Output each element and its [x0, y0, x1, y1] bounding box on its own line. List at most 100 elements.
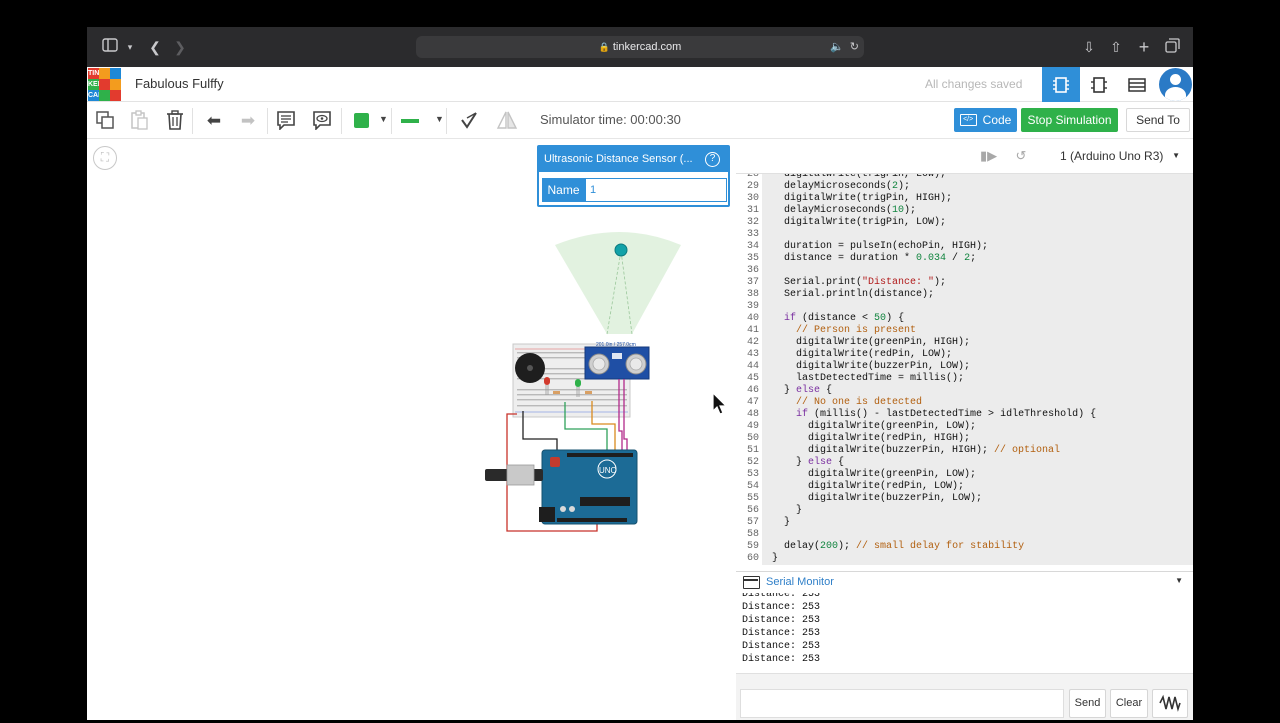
code-line[interactable]: 39 [736, 301, 1193, 313]
code-line[interactable]: 32 digitalWrite(trigPin, LOW); [736, 217, 1193, 229]
help-icon[interactable]: ? [705, 152, 720, 167]
code-line[interactable]: 53 digitalWrite(greenPin, LOW); [736, 469, 1193, 481]
code-button[interactable]: </> Code [954, 108, 1017, 132]
line-number: 33 [736, 229, 762, 241]
forward-icon[interactable]: ❯ [171, 38, 189, 56]
avatar[interactable] [1159, 68, 1192, 101]
code-line[interactable]: 28 digitalWrite(trigPin, LOW); [736, 174, 1193, 181]
ultrasonic-sensor[interactable] [584, 346, 650, 380]
arduino-uno-board[interactable]: UNO [485, 449, 638, 525]
clear-button[interactable]: Clear [1110, 689, 1148, 718]
chevron-down-icon[interactable]: ▼ [435, 114, 444, 124]
code-line[interactable]: 34 duration = pulseIn(echoPin, HIGH); [736, 241, 1193, 253]
code-line[interactable]: 37 Serial.print("Distance: "); [736, 277, 1193, 289]
serial-input[interactable] [740, 689, 1064, 718]
sidebar-icon[interactable] [101, 38, 119, 56]
code-line[interactable]: 47 // No one is detected [736, 397, 1193, 409]
code-line[interactable]: 48 if (millis() - lastDetectedTime > idl… [736, 409, 1193, 421]
save-status: All changes saved [925, 77, 1023, 91]
code-line[interactable]: 36 [736, 265, 1193, 277]
tab-overview-icon[interactable] [1163, 38, 1181, 56]
wire-type-swatch[interactable] [401, 119, 419, 123]
serial-monitor-title: Serial Monitor [766, 576, 834, 588]
code-button-label: Code [982, 113, 1012, 127]
send-to-button[interactable]: Send To [1126, 108, 1190, 132]
code-line[interactable]: 45 lastDetectedTime = millis(); [736, 373, 1193, 385]
name-field[interactable]: 1 [585, 178, 727, 202]
schematic-icon [1091, 76, 1107, 93]
schematic-view-button[interactable] [1080, 67, 1118, 102]
notes-visibility-icon[interactable] [311, 110, 333, 132]
sensor-target-object[interactable] [614, 243, 628, 257]
component-list-button[interactable] [1118, 67, 1156, 102]
code-line[interactable]: 51 digitalWrite(buzzerPin, HIGH); // opt… [736, 445, 1193, 457]
send-button[interactable]: Send [1069, 689, 1106, 718]
code-line[interactable]: 42 digitalWrite(greenPin, HIGH); [736, 337, 1193, 349]
resistor[interactable] [585, 391, 592, 394]
speaker-icon[interactable]: 🔈 [830, 36, 844, 58]
code-line[interactable]: 41 // Person is present [736, 325, 1193, 337]
chevron-down-icon[interactable]: ▾ [121, 38, 139, 56]
debug-icon[interactable]: ↺ [1013, 148, 1029, 164]
stop-simulation-button[interactable]: Stop Simulation [1021, 108, 1118, 132]
tinkercad-logo[interactable]: TIN KER CAD [88, 68, 121, 101]
undo-icon[interactable]: ⬅ [203, 110, 225, 132]
delete-icon[interactable] [164, 110, 186, 132]
code-line[interactable]: 40 if (distance < 50) { [736, 313, 1193, 325]
code-line[interactable]: 35 distance = duration * 0.034 / 2; [736, 253, 1193, 265]
code-line[interactable]: 33 [736, 229, 1193, 241]
serial-monitor-header[interactable]: Serial Monitor ▼ [736, 571, 1193, 593]
board-label: UNO [599, 466, 617, 475]
line-number: 36 [736, 265, 762, 277]
flip-icon[interactable] [496, 110, 518, 132]
resistor[interactable] [553, 391, 560, 394]
code-line[interactable]: 60} [736, 553, 1193, 565]
code-editor[interactable]: 28 digitalWrite(trigPin, LOW); 29 delayMi… [736, 173, 1193, 571]
chevron-down-icon[interactable]: ▼ [379, 114, 388, 124]
code-line[interactable]: 54 digitalWrite(redPin, LOW); [736, 481, 1193, 493]
code-line[interactable]: 30 digitalWrite(trigPin, HIGH); [736, 193, 1193, 205]
code-line[interactable]: 55 digitalWrite(buzzerPin, LOW); [736, 493, 1193, 505]
wire-color-swatch[interactable] [354, 113, 369, 128]
address-bar[interactable]: 🔒 tinkercad.com 🔈 ↻ [416, 36, 864, 58]
auto-align-icon[interactable] [458, 110, 480, 132]
code-icon: </> [959, 114, 977, 126]
circuit-canvas[interactable]: ⛶ 201.0in / 257.0cm UNO Ultrasonic Dista… [87, 139, 736, 720]
code-line[interactable]: 38 Serial.println(distance); [736, 289, 1193, 301]
circuit-drawing: 201.0in / 257.0cm UNO [485, 232, 681, 532]
share-icon[interactable]: ⇧ [1107, 38, 1125, 56]
line-number: 53 [736, 469, 762, 481]
notes-icon[interactable] [275, 110, 297, 132]
board-select[interactable]: 1 (Arduino Uno R3) ▼ [1048, 144, 1188, 168]
step-icon[interactable]: ▮▶ [980, 148, 997, 164]
chevron-down-icon[interactable]: ▼ [1175, 576, 1183, 585]
line-number: 59 [736, 541, 762, 553]
code-line[interactable]: 58 [736, 529, 1193, 541]
download-icon[interactable]: ⇩ [1080, 38, 1098, 56]
code-line[interactable]: 49 digitalWrite(greenPin, LOW); [736, 421, 1193, 433]
code-line[interactable]: 31 delayMicroseconds(10); [736, 205, 1193, 217]
line-number: 58 [736, 529, 762, 541]
code-line[interactable]: 50 digitalWrite(redPin, HIGH); [736, 433, 1193, 445]
graph-toggle-button[interactable] [1152, 689, 1188, 718]
line-number: 38 [736, 289, 762, 301]
code-line[interactable]: 29 delayMicroseconds(2); [736, 181, 1193, 193]
circuit-view-button[interactable] [1042, 67, 1080, 102]
new-tab-icon[interactable]: + [1135, 38, 1153, 56]
code-line[interactable]: 59 delay(200); // small delay for stabil… [736, 541, 1193, 553]
code-line[interactable]: 57 } [736, 517, 1193, 529]
project-title[interactable]: Fabulous Fulffy [135, 76, 224, 91]
line-number: 45 [736, 373, 762, 385]
reload-icon[interactable]: ↻ [850, 36, 859, 58]
copy-icon[interactable] [94, 110, 116, 132]
code-line[interactable]: 56 } [736, 505, 1193, 517]
serial-monitor-icon [743, 576, 760, 589]
paste-icon[interactable] [128, 110, 150, 132]
code-line[interactable]: 52 } else { [736, 457, 1193, 469]
code-text: digitalWrite(trigPin, HIGH); [772, 193, 953, 204]
code-line[interactable]: 46 } else { [736, 385, 1193, 397]
back-icon[interactable]: ❮ [146, 38, 164, 56]
code-line[interactable]: 43 digitalWrite(redPin, LOW); [736, 349, 1193, 361]
redo-icon[interactable]: ➡ [237, 110, 259, 132]
code-line[interactable]: 44 digitalWrite(buzzerPin, LOW); [736, 361, 1193, 373]
